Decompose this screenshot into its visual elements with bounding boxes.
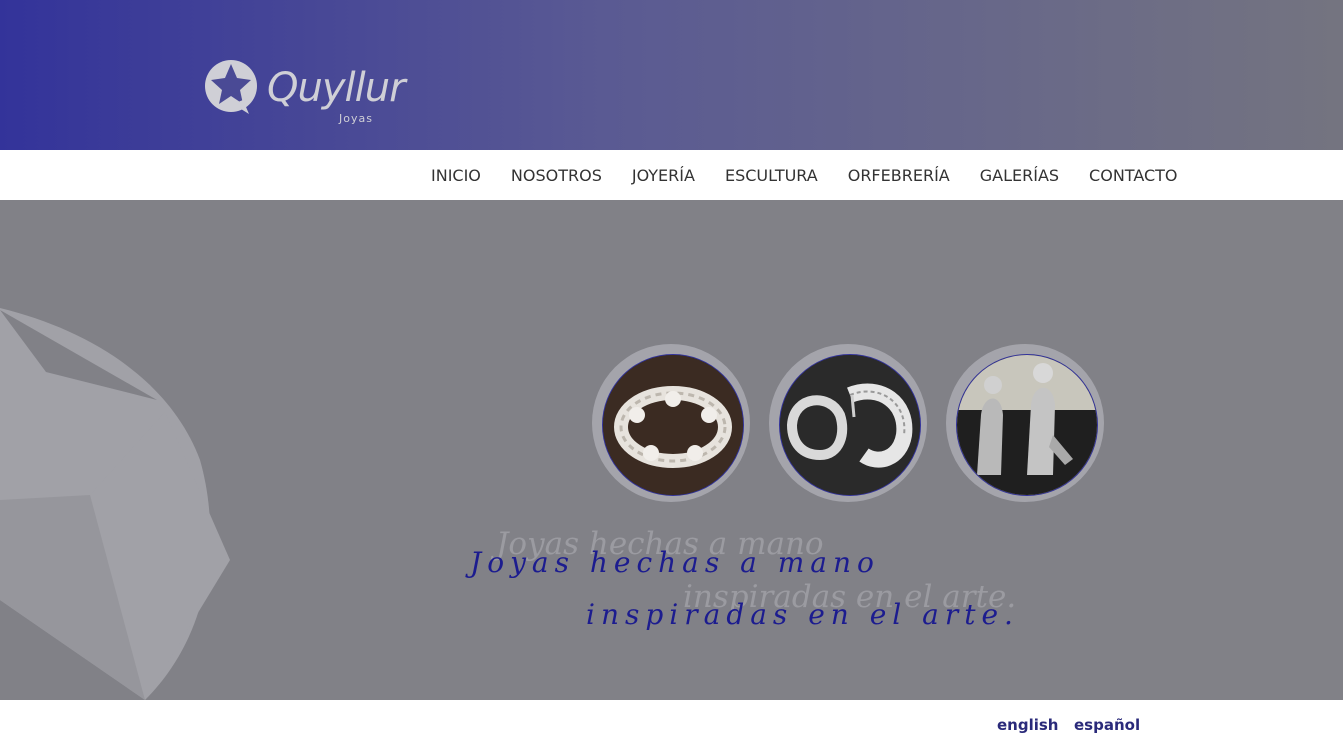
filigree-ring-photo-icon (603, 355, 743, 495)
site-logo[interactable]: Quyllur Joyas (203, 56, 406, 128)
nav-item-galerias[interactable]: GALERÍAS (980, 166, 1059, 185)
tagline-line1: Joyas hechas a mano (470, 546, 880, 579)
gallery-circle-ring[interactable] (592, 344, 750, 502)
nav-item-escultura[interactable]: ESCULTURA (725, 166, 818, 185)
gallery-circle-earrings[interactable] (769, 344, 927, 502)
nav-item-contacto[interactable]: CONTACTO (1089, 166, 1177, 185)
gallery-circle-sculpture[interactable] (946, 344, 1104, 502)
header-banner: Quyllur Joyas (0, 0, 1343, 150)
brand-name: Quyllur (267, 65, 406, 111)
nav-item-orfebreria[interactable]: ORFEBRERÍA (848, 166, 950, 185)
nav-item-nosotros[interactable]: NOSOTROS (511, 166, 602, 185)
brand-subtitle: Joyas (339, 112, 373, 125)
tagline-line2: inspiradas en el arte. (586, 598, 1019, 631)
main-nav: INICIO NOSOTROS JOYERÍA ESCULTURA ORFEBR… (0, 150, 1343, 200)
silver-sculpture-photo-icon (957, 355, 1097, 495)
nav-item-inicio[interactable]: INICIO (431, 166, 481, 185)
background-star-icon (0, 308, 230, 700)
star-logo-icon (205, 60, 257, 114)
lang-link-spanish[interactable]: español (1074, 716, 1140, 734)
lang-link-english[interactable]: english (997, 716, 1058, 734)
filigree-earrings-photo-icon (780, 355, 920, 495)
nav-item-joyeria[interactable]: JOYERÍA (632, 166, 695, 185)
hero-section: Joyas hechas a mano inspiradas en el art… (0, 200, 1343, 700)
